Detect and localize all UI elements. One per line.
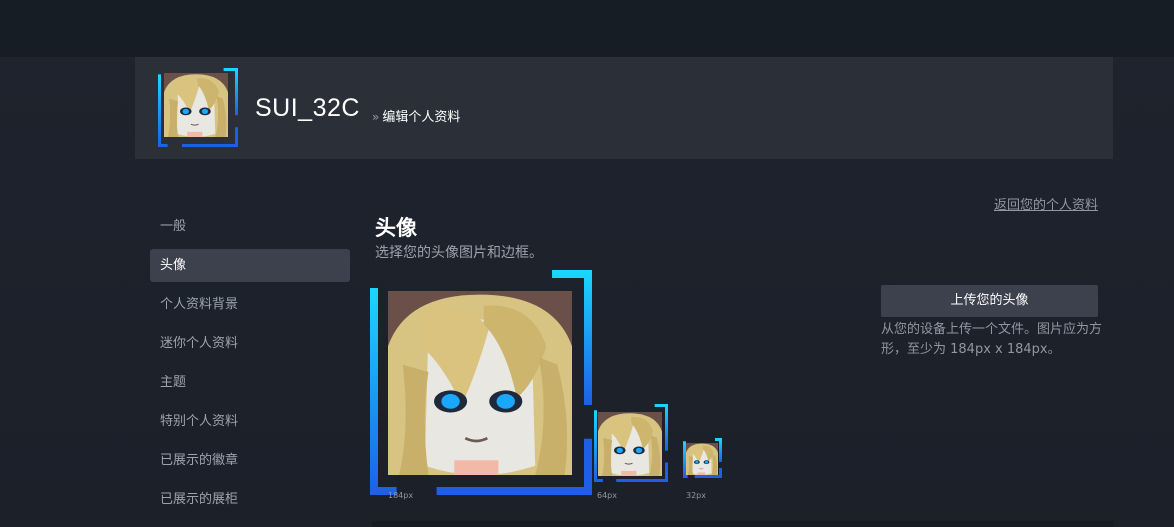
settings-sidebar: 一般 头像 个人资料背景 迷你个人资料 主题 特别个人资料 已展示的徽章 已展示… [150,210,350,522]
divider [372,521,1113,527]
sidebar-item-profile-background[interactable]: 个人资料背景 [150,288,350,321]
sidebar-item-mini-profile[interactable]: 迷你个人资料 [150,327,350,360]
upload-avatar-button[interactable]: 上传您的头像 [881,285,1098,317]
avatar-preview-large [370,270,592,495]
sidebar-item-general[interactable]: 一般 [150,210,350,243]
size-label-32: 32px [686,491,706,500]
sidebar-item-featured-profile[interactable]: 特别个人资料 [150,405,350,438]
sidebar-item-featured-badge[interactable]: 已展示的徽章 [150,444,350,477]
sidebar-item-avatar[interactable]: 头像 [150,249,350,282]
avatar-image [598,412,662,476]
size-label-64: 64px [597,491,617,500]
size-label-184: 184px [388,491,414,500]
sidebar-item-showcases[interactable]: 已展示的展柜 [150,483,350,516]
section-subtitle: 选择您的头像图片和边框。 [375,245,543,261]
upload-description: 从您的设备上传一个文件。图片应为方形，至少为 184px x 184px。 [881,322,1103,357]
breadcrumb-separator: » [372,110,380,124]
breadcrumb-current: 编辑个人资料 [382,110,461,125]
header-avatar[interactable] [158,68,238,147]
sidebar-item-theme[interactable]: 主题 [150,366,350,399]
top-bar [0,0,1174,57]
breadcrumb: » 编辑个人资料 [372,106,460,125]
avatar-image [686,443,718,475]
persona-name[interactable]: SUI_32C [255,94,360,123]
avatar-image [388,291,572,475]
avatar-preview-medium [594,404,668,482]
back-to-profile-link[interactable]: 返回您的个人资料 [994,194,1098,213]
avatar-preview-small [683,438,722,478]
avatar-image [164,73,228,137]
section-title: 头像 [375,216,417,240]
